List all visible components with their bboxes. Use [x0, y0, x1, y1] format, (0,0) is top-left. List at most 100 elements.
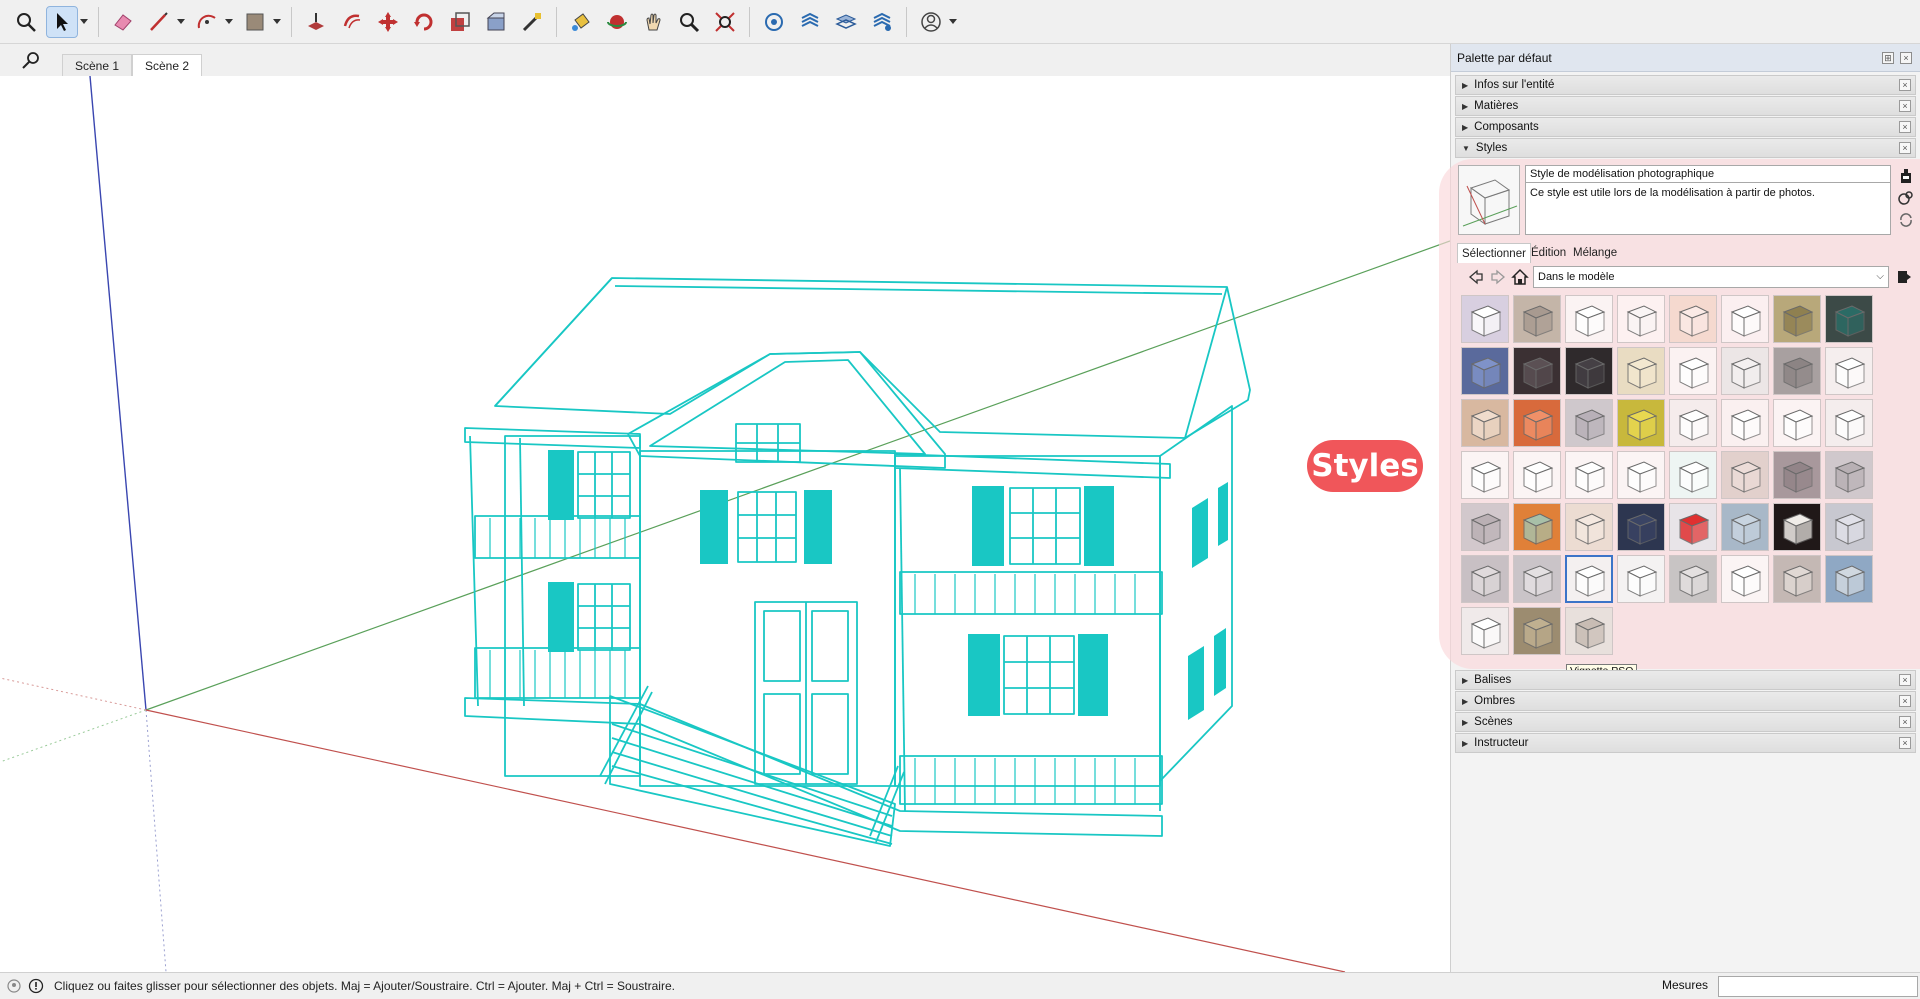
style-swatch[interactable] — [1721, 503, 1769, 551]
chevron-down-icon[interactable] — [177, 7, 185, 37]
style-swatch[interactable] — [1461, 451, 1509, 499]
back-arrow-icon[interactable] — [1467, 268, 1485, 286]
style-swatch[interactable] — [1617, 347, 1665, 395]
panel-styles[interactable]: ▼ Styles × — [1455, 138, 1916, 158]
create-style-icon[interactable] — [1897, 189, 1915, 207]
style-swatch[interactable] — [1721, 295, 1769, 343]
panel-entity-info[interactable]: ▶ Infos sur l'entité × — [1455, 75, 1916, 95]
follow-me-icon[interactable] — [481, 7, 511, 37]
style-swatch[interactable] — [1617, 503, 1665, 551]
style-swatch[interactable] — [1825, 399, 1873, 447]
save-style-icon[interactable] — [1897, 167, 1915, 185]
panel-scenes[interactable]: ▶ Scènes × — [1455, 712, 1916, 732]
paint-bucket-icon[interactable] — [566, 7, 596, 37]
panel-instructor[interactable]: ▶ Instructeur × — [1455, 733, 1916, 753]
chevron-down-icon[interactable] — [273, 7, 281, 37]
close-icon[interactable]: × — [1900, 51, 1912, 64]
close-icon[interactable]: × — [1899, 142, 1911, 154]
chevron-down-icon[interactable] — [80, 7, 88, 37]
style-swatch[interactable] — [1825, 295, 1873, 343]
style-swatch[interactable] — [1669, 399, 1717, 447]
style-swatch[interactable] — [1825, 555, 1873, 603]
eraser-icon[interactable] — [108, 7, 138, 37]
style-swatch[interactable] — [1669, 295, 1717, 343]
zoom-icon[interactable] — [674, 7, 704, 37]
style-swatch[interactable] — [1773, 399, 1821, 447]
tab-edit[interactable]: Édition — [1527, 243, 1570, 263]
forward-arrow-icon[interactable] — [1489, 268, 1507, 286]
modeling-viewport[interactable]: Styles — [0, 76, 1450, 972]
home-icon[interactable] — [1511, 268, 1529, 286]
style-swatch[interactable] — [1513, 555, 1561, 603]
scale-icon[interactable] — [445, 7, 475, 37]
style-swatch[interactable] — [1773, 451, 1821, 499]
style-swatch[interactable] — [1565, 295, 1613, 343]
style-swatch[interactable] — [1565, 503, 1613, 551]
geolocation-icon[interactable] — [6, 978, 22, 994]
collection-dropdown[interactable]: Dans le modèle ⌵ — [1533, 266, 1889, 288]
style-swatch[interactable] — [1513, 607, 1561, 655]
style-description-field[interactable]: Ce style est utile lors de la modélisati… — [1525, 183, 1891, 235]
style-swatch[interactable] — [1461, 399, 1509, 447]
push-pull-icon[interactable] — [301, 7, 331, 37]
style-swatch[interactable] — [1513, 503, 1561, 551]
close-icon[interactable]: × — [1899, 121, 1911, 133]
zoom-extents-icon[interactable] — [710, 7, 740, 37]
style-swatch[interactable] — [1513, 399, 1561, 447]
pan-icon[interactable] — [638, 7, 668, 37]
style-swatch[interactable] — [1565, 347, 1613, 395]
move-icon[interactable] — [373, 7, 403, 37]
tab-select[interactable]: Sélectionner — [1457, 243, 1531, 263]
rectangle-icon[interactable] — [240, 7, 270, 37]
style-swatch[interactable] — [1773, 555, 1821, 603]
arc-icon[interactable] — [192, 7, 222, 37]
chevron-down-icon[interactable] — [225, 7, 233, 37]
zoom-window-icon[interactable] — [11, 7, 41, 37]
style-swatch[interactable] — [1825, 503, 1873, 551]
style-swatch[interactable] — [1669, 451, 1717, 499]
style-swatch[interactable] — [1565, 607, 1613, 655]
close-icon[interactable]: × — [1899, 716, 1911, 728]
style-swatch[interactable] — [1565, 399, 1613, 447]
style-swatch[interactable] — [1721, 399, 1769, 447]
style-swatch[interactable] — [1721, 451, 1769, 499]
pin-icon[interactable]: ⊞ — [1882, 51, 1894, 64]
style-swatch[interactable] — [1773, 347, 1821, 395]
style-swatch[interactable] — [1461, 503, 1509, 551]
search-icon[interactable] — [20, 50, 42, 72]
close-icon[interactable]: × — [1899, 695, 1911, 707]
layers-icon[interactable] — [831, 7, 861, 37]
update-style-icon[interactable] — [1897, 211, 1915, 229]
rotate-icon[interactable] — [409, 7, 439, 37]
style-swatch[interactable] — [1461, 347, 1509, 395]
style-swatch[interactable] — [1721, 555, 1769, 603]
account-icon[interactable] — [916, 7, 946, 37]
tab-scene-2[interactable]: Scène 2 — [132, 54, 203, 76]
tab-scene-1[interactable]: Scène 1 — [62, 54, 133, 76]
style-swatch[interactable] — [1669, 555, 1717, 603]
style-swatch[interactable] — [1669, 503, 1717, 551]
close-icon[interactable]: × — [1899, 79, 1911, 91]
style-swatch[interactable] — [1669, 347, 1717, 395]
panel-components[interactable]: ▶ Composants × — [1455, 117, 1916, 137]
style-name-field[interactable]: Style de modélisation photographique — [1525, 165, 1891, 183]
style-swatch[interactable] — [1513, 347, 1561, 395]
warehouse-icon[interactable] — [759, 7, 789, 37]
style-swatch[interactable] — [1825, 451, 1873, 499]
select-icon[interactable] — [46, 5, 78, 38]
style-swatch[interactable] — [1773, 295, 1821, 343]
info-icon[interactable] — [28, 978, 44, 994]
chevron-down-icon[interactable] — [949, 7, 957, 37]
close-icon[interactable]: × — [1899, 100, 1911, 112]
extension-warehouse-icon[interactable] — [795, 7, 825, 37]
style-swatch[interactable] — [1461, 607, 1509, 655]
style-swatch[interactable] — [1721, 347, 1769, 395]
style-swatch[interactable] — [1461, 295, 1509, 343]
style-swatch[interactable] — [1617, 451, 1665, 499]
style-swatch[interactable] — [1513, 451, 1561, 499]
details-arrow-icon[interactable] — [1895, 268, 1913, 286]
style-swatch[interactable] — [1461, 555, 1509, 603]
close-icon[interactable]: × — [1899, 737, 1911, 749]
style-swatch[interactable] — [1617, 295, 1665, 343]
style-swatch[interactable] — [1773, 503, 1821, 551]
